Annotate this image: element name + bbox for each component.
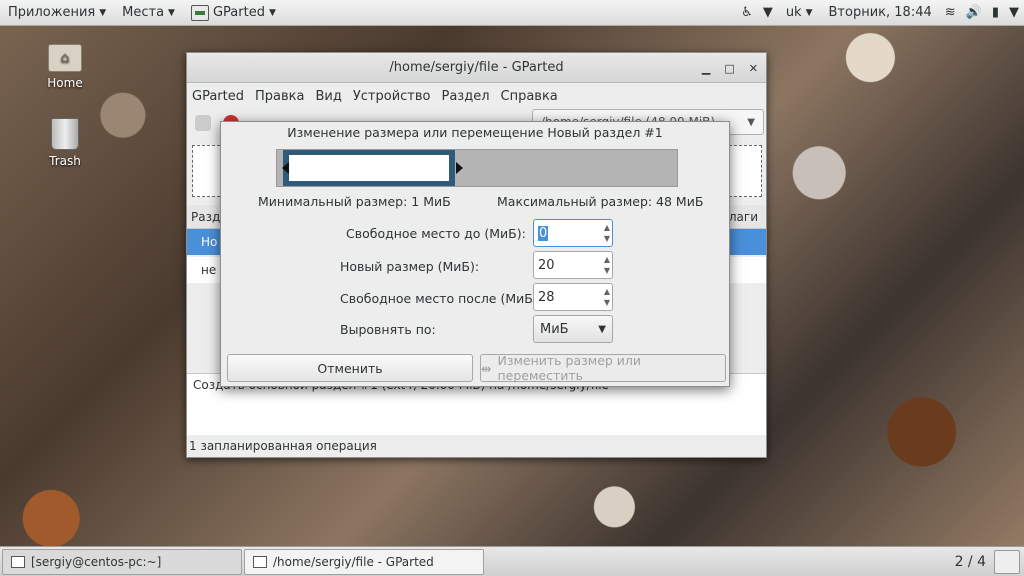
minimize-icon[interactable]: ▁ <box>702 62 710 75</box>
menu-partition[interactable]: Раздел <box>441 89 489 104</box>
taskbar: [sergiy@centos-pc:~] /home/sergiy/file -… <box>0 546 1024 576</box>
places-menu[interactable]: Места ▼ <box>114 0 183 26</box>
keyboard-layout-label: uk <box>785 5 802 20</box>
min-size-label: Минимальный размер: 1 МиБ <box>258 194 451 209</box>
terminal-icon <box>11 555 25 568</box>
desktop-home[interactable]: ⌂ Home <box>30 44 100 90</box>
resize-handle-left-icon[interactable] <box>282 162 289 174</box>
column-partition[interactable]: Разд <box>191 210 220 224</box>
status-text: 1 запланированная операция <box>189 439 377 453</box>
task-gparted[interactable]: /home/sergiy/file - GParted <box>244 548 484 575</box>
resize-move-button-label: Изменить размер или переместить <box>497 353 642 383</box>
chevron-down-icon: ▼ <box>747 116 755 128</box>
spin-arrows-icon[interactable]: ▲ ▼ <box>604 254 610 276</box>
menubar: GParted Правка Вид Устройство Раздел Спр… <box>187 83 766 109</box>
menu-gparted[interactable]: GParted <box>192 89 244 104</box>
workspace-switcher-icon[interactable] <box>994 549 1020 574</box>
places-label: Места <box>122 5 165 20</box>
workspace-indicator[interactable]: 2 / 4 <box>955 554 994 570</box>
clock[interactable]: Вторник, 18:44 <box>821 0 940 26</box>
free-before-label: Свободное место до (МиБ): <box>346 226 526 241</box>
free-before-spinbox[interactable]: 0 ▲ ▼ <box>533 219 613 247</box>
free-after-spinbox[interactable]: 28 ▲ ▼ <box>533 283 613 311</box>
new-size-spinbox[interactable]: 20 ▲ ▼ <box>533 251 613 279</box>
new-size-label: Новый размер (МиБ): <box>340 259 480 274</box>
top-panel: Приложения ▼ Места ▼ GParted ▼ ♿ ▼ uk ▼ … <box>0 0 1024 26</box>
chevron-down-icon[interactable]: ▼ <box>758 5 778 20</box>
task-terminal-label: [sergiy@centos-pc:~] <box>31 554 162 569</box>
menu-device[interactable]: Устройство <box>353 89 431 104</box>
spin-arrows-icon[interactable]: ▲ ▼ <box>604 222 610 244</box>
desktop-home-label: Home <box>47 76 83 90</box>
column-flags[interactable]: лаги <box>729 210 766 224</box>
new-size-value: 20 <box>538 257 555 273</box>
align-select[interactable]: МиБ ▼ <box>533 315 613 343</box>
free-after-value: 28 <box>538 289 555 305</box>
task-gparted-label: /home/sergiy/file - GParted <box>273 554 434 569</box>
resize-move-button[interactable]: ⇹ Изменить размер или переместить <box>480 353 726 383</box>
window-title: /home/sergiy/file - GParted <box>389 60 564 75</box>
battery-icon[interactable]: ▮ <box>987 5 1004 20</box>
keyboard-layout[interactable]: uk ▼ <box>778 0 821 26</box>
desktop-trash[interactable]: Trash <box>30 118 100 168</box>
trash-icon <box>51 118 79 150</box>
desktop-trash-label: Trash <box>49 154 81 168</box>
row-label: не <box>201 263 217 277</box>
menu-edit[interactable]: Правка <box>255 89 304 104</box>
home-folder-icon: ⌂ <box>48 44 82 72</box>
partition-used-area <box>289 155 449 181</box>
free-after-label: Свободное место после (МиБ): <box>340 291 542 306</box>
volume-icon[interactable]: 🔊 <box>961 5 987 20</box>
cancel-button-label: Отменить <box>317 360 383 376</box>
menu-view[interactable]: Вид <box>315 89 341 104</box>
chevron-down-icon: ▼ <box>168 7 175 18</box>
max-size-label: Максимальный размер: 48 МиБ <box>497 194 704 209</box>
free-before-value: 0 <box>538 225 549 241</box>
new-partition-icon[interactable] <box>195 115 211 131</box>
dialog-title: Изменение размера или перемещение Новый … <box>287 125 663 140</box>
align-label: Выровнять по: <box>340 322 436 337</box>
chevron-down-icon: ▼ <box>99 7 107 18</box>
chevron-down-icon: ▼ <box>805 7 813 18</box>
partition-block[interactable] <box>282 150 463 186</box>
maximize-icon[interactable]: □ <box>724 62 734 75</box>
wifi-icon[interactable]: ≋ <box>940 5 961 20</box>
close-icon[interactable]: ✕ <box>749 62 758 75</box>
cancel-button[interactable]: Отменить <box>227 354 473 382</box>
spin-arrows-icon[interactable]: ▲ ▼ <box>604 286 610 308</box>
applications-menu[interactable]: Приложения ▼ <box>0 0 114 26</box>
partition-resizer[interactable] <box>276 149 678 187</box>
resize-move-dialog: Изменение размера или перемещение Новый … <box>220 121 730 387</box>
active-app-menu[interactable]: GParted ▼ <box>183 0 284 26</box>
resize-handle-right-icon[interactable] <box>456 162 463 174</box>
gparted-icon <box>190 4 209 21</box>
task-terminal[interactable]: [sergiy@centos-pc:~] <box>2 548 242 575</box>
accessibility-icon[interactable]: ♿ <box>736 5 758 20</box>
resize-move-icon: ⇹ <box>481 360 492 376</box>
gparted-icon <box>253 555 267 568</box>
active-app-label: GParted <box>212 5 265 20</box>
row-label: Но <box>201 235 218 249</box>
align-value: МиБ <box>540 321 569 337</box>
chevron-down-icon: ▼ <box>598 323 606 335</box>
chevron-down-icon[interactable]: ▼ <box>1004 5 1024 20</box>
window-titlebar[interactable]: /home/sergiy/file - GParted ▁ □ ✕ <box>187 53 766 83</box>
status-bar: 1 запланированная операция <box>187 435 766 457</box>
chevron-down-icon: ▼ <box>268 7 276 18</box>
applications-label: Приложения <box>8 5 96 20</box>
menu-help[interactable]: Справка <box>501 89 558 104</box>
